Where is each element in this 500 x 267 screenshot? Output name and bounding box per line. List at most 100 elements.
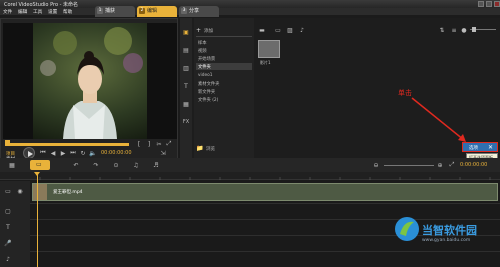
clip-name: 爱王罪但.mp4 [53,190,83,195]
track-separator [30,251,500,252]
menu-bar: 文件 编辑 工具 设置 帮助 [0,8,500,15]
watermark-site: 当智软件园 [422,224,477,237]
minimize-button[interactable] [478,1,484,7]
menu-tools[interactable]: 工具 [33,9,42,15]
title-track-icon[interactable]: T [4,223,12,231]
auto-music-icon[interactable]: ♬ [152,161,160,169]
title-icon[interactable]: ▥ [182,64,190,72]
zoom-out-icon[interactable]: ● [460,26,468,34]
track-headers: ▭ ◉ ▢ T 🎤 ♪ [0,181,30,267]
thumbnail-size-handle[interactable] [472,27,476,32]
menu-help[interactable]: 帮助 [63,9,72,15]
enlarge-icon[interactable]: ⤢ [165,140,173,148]
expand-icon[interactable]: ⇲ [159,149,167,157]
folder-item[interactable]: 视频 [198,48,207,54]
library-category-strip: ▣ ▤ ▥ T ▦ FX [180,18,192,158]
zoom-in-timeline-icon[interactable]: ⊕ [436,161,444,169]
add-folder-icon[interactable]: + [196,27,201,34]
scrubber-fill [7,143,129,146]
open-folder-icon[interactable]: ▬ [258,26,266,34]
transition-icon[interactable]: ▤ [182,46,190,54]
project-duration: 0:00:00:00 [460,162,488,168]
menu-edit[interactable]: 编辑 [18,9,27,15]
timeline-toolbar: ▦ ▭ ↶ ↷ ⊙ ♫ ♬ ⊖ ⊕ ⤢ 0:00:00:00 [0,158,500,172]
tab-capture-label: 捕获 [105,8,116,14]
mixer-icon[interactable]: ♫ [132,161,140,169]
playhead[interactable] [37,172,38,267]
storyboard-view-icon[interactable]: ▦ [8,161,16,169]
clip-thumbnail [33,184,47,200]
options-button-label: 选项 [469,146,478,151]
end-icon[interactable]: ⏭ [69,149,77,157]
video-frame [3,23,177,139]
list-view-icon[interactable]: ≡ [450,26,458,34]
timeline-view-icon: ▭ [36,161,42,168]
undo-icon[interactable]: ↶ [72,161,80,169]
video-track-visibility-icon[interactable]: ◉ [16,187,24,195]
media-icon[interactable]: ▣ [182,28,190,36]
options-button[interactable]: 选项 ✕ [462,142,498,152]
sort-icon[interactable]: ⇅ [438,26,446,34]
fx-icon[interactable]: FX [182,118,190,126]
redo-icon[interactable]: ↷ [92,161,100,169]
track-separator [30,219,500,220]
annotation-arrow-icon [411,97,466,142]
music-track-icon[interactable]: ♪ [4,255,12,263]
overlay-track-icon[interactable]: ▢ [4,207,12,215]
ruler-ticks [34,172,491,180]
next-frame-icon[interactable]: ▶ [59,149,67,157]
fit-project-icon[interactable]: ⤢ [448,161,456,169]
voice-track-icon[interactable]: 🎤 [4,239,12,247]
zoom-out-timeline-icon[interactable]: ⊖ [372,161,380,169]
mark-out-icon[interactable]: ] [145,140,153,148]
record-capture-icon[interactable]: ⊙ [112,161,120,169]
browse-label[interactable]: 浏览 [206,146,215,152]
folder-item-selected-label: 文件夹 [198,65,211,70]
graphic-icon[interactable]: T [182,82,190,90]
folder-item[interactable]: 开始场景 [198,56,215,62]
media-thumbnail[interactable] [258,40,280,58]
folder-item[interactable]: 素材文件夹 [198,81,219,87]
folder-item[interactable]: 样本 [198,40,207,46]
split-icon[interactable]: ✂ [155,140,163,148]
filter-icon[interactable]: ▦ [182,100,190,108]
folder-divider [196,36,252,37]
video-track-icon[interactable]: ▭ [4,187,12,195]
prev-frame-icon[interactable]: ◀ [49,149,57,157]
folder-item-selected[interactable]: 文件夹 [196,63,252,70]
tab-edit[interactable]: 2 编辑 [137,6,177,17]
volume-icon[interactable]: 🔈 [89,149,97,157]
folder-item[interactable]: video1 [198,73,212,78]
library-panel: ▣ ▤ ▥ T ▦ FX + 添加 样本 视频 开始场景 文件夹 video1 … [180,18,500,158]
show-photo-icon[interactable]: ▨ [286,26,294,34]
mark-in-icon[interactable]: [ [135,140,143,148]
timecode[interactable]: 00:00:00:00 [101,150,132,156]
tab-share-label: 分享 [189,8,200,14]
title-bar: Corel VideoStudio Pro - 未命名 [0,0,500,8]
folder-item[interactable]: 新文件夹 [198,89,215,95]
timeline-zoom-slider[interactable] [384,165,434,166]
options-close-icon: ✕ [487,144,493,151]
home-icon[interactable]: ⏮ [39,149,47,157]
show-video-icon[interactable]: ▭ [274,26,282,34]
window-title: Corel VideoStudio Pro - 未命名 [4,2,78,8]
timeline-ruler[interactable] [0,172,500,180]
tab-share[interactable]: 3 分享 [179,6,219,17]
browse-folder-icon[interactable]: 📁 [196,144,204,152]
preview-panel: [ ] ✂ ⤢ 项目 素材 ⏮ ◀ ▶ ⏭ ↻ 🔈 00:00:00:00 ⇲ [0,18,178,162]
show-audio-icon[interactable]: ♪ [298,26,306,34]
playback-scrubber[interactable] [7,143,129,146]
repeat-icon[interactable]: ↻ [79,149,87,157]
close-button[interactable] [494,1,500,7]
add-folder-label[interactable]: 添加 [204,28,213,34]
timeline-view-button[interactable]: ▭ [30,160,50,170]
video-frame-image [3,23,177,139]
menu-settings[interactable]: 设置 [48,9,57,15]
video-clip[interactable]: 爱王罪但.mp4 [32,183,498,201]
folder-item[interactable]: 文件夹 (2) [198,97,218,103]
scrubber-handle[interactable] [5,140,10,146]
folder-list: + 添加 样本 视频 开始场景 文件夹 video1 素材文件夹 新文件夹 文件… [194,18,254,158]
tab-capture[interactable]: 1 捕获 [95,6,135,17]
maximize-button[interactable] [486,1,492,7]
menu-file[interactable]: 文件 [3,9,12,15]
